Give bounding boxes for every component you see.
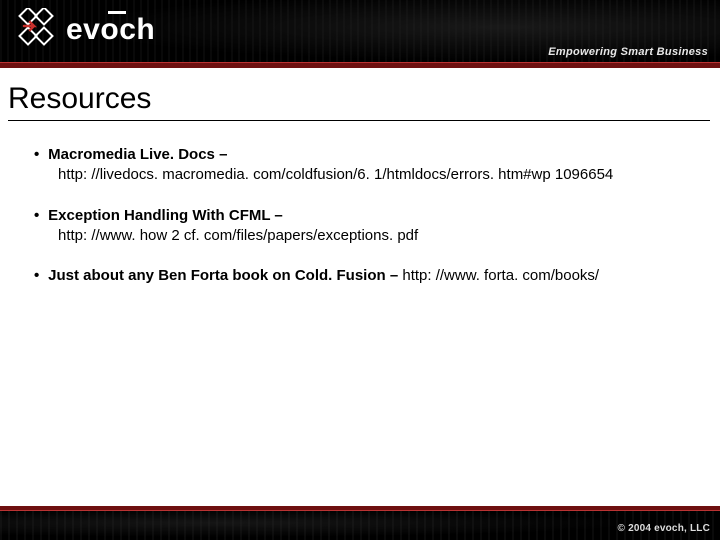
slide-title: Resources <box>8 82 710 116</box>
resource-label-text: Just about any Ben Forta book on Cold. F… <box>48 267 398 284</box>
logo-icon <box>14 8 58 52</box>
brand-name: evoch <box>66 13 155 47</box>
resource-link: http: //livedocs. macromedia. com/coldfu… <box>34 165 694 185</box>
resource-label: • Exception Handling With CFML – <box>34 206 694 226</box>
footer-accent-bar <box>0 506 720 511</box>
brand-text: evoch <box>66 13 155 46</box>
tagline: Empowering Smart Business <box>548 46 708 58</box>
header-accent-bar <box>0 62 720 68</box>
resource-link: http: //www. how 2 cf. com/files/papers/… <box>34 226 694 246</box>
resource-item: • Exception Handling With CFML – http: /… <box>34 206 694 247</box>
title-underline <box>8 120 710 121</box>
slide-header: evoch Empowering Smart Business <box>0 0 720 68</box>
resource-label-text: Exception Handling With CFML – <box>48 207 283 224</box>
brand: evoch <box>14 8 155 52</box>
resource-label-text: Macromedia Live. Docs – <box>48 146 227 163</box>
slide-body: • Macromedia Live. Docs – http: //livedo… <box>0 125 720 286</box>
brand-macro-bar <box>108 11 126 14</box>
copyright: © 2004 evoch, LLC <box>618 523 710 534</box>
resource-label: • Just about any Ben Forta book on Cold.… <box>34 266 694 286</box>
slide: evoch Empowering Smart Business Resource… <box>0 0 720 540</box>
title-area: Resources <box>0 68 720 125</box>
slide-footer: © 2004 evoch, LLC <box>0 506 720 540</box>
resource-label: • Macromedia Live. Docs – <box>34 145 694 165</box>
resource-item: • Macromedia Live. Docs – http: //livedo… <box>34 145 694 186</box>
resource-link: http: //www. forta. com/books/ <box>402 267 599 284</box>
resource-item: • Just about any Ben Forta book on Cold.… <box>34 266 694 286</box>
